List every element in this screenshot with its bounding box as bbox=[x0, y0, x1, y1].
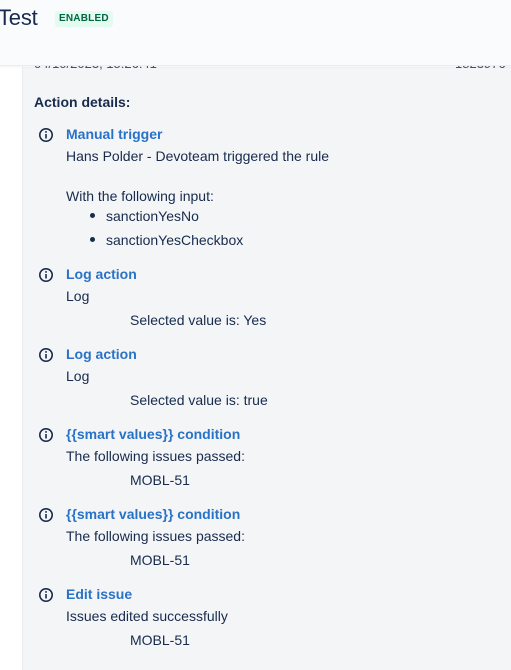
status-badge: ENABLED bbox=[55, 11, 113, 27]
action-description: Hans Polder - Devoteam triggered the rul… bbox=[66, 148, 330, 164]
action-title-link[interactable]: Edit issue bbox=[66, 586, 132, 602]
issue-key: MOBL-51 bbox=[130, 552, 190, 568]
action-description: The following issues passed: bbox=[66, 528, 245, 544]
action-title-link[interactable]: Log action bbox=[66, 346, 137, 362]
bullet-icon bbox=[90, 237, 95, 242]
action-description: Log bbox=[66, 368, 90, 384]
input-list-item: sanctionYesCheckbox bbox=[106, 232, 244, 248]
action-title-link[interactable]: Log action bbox=[66, 266, 137, 282]
action-details-heading: Action details: bbox=[34, 94, 131, 110]
info-icon bbox=[39, 428, 53, 442]
info-icon bbox=[39, 588, 53, 602]
input-list-item: sanctionYesNo bbox=[106, 208, 199, 224]
info-icon bbox=[39, 268, 53, 282]
action-description: Issues edited successfully bbox=[66, 608, 228, 624]
rule-title: Test bbox=[0, 5, 38, 30]
action-input-heading: With the following input: bbox=[66, 188, 214, 204]
action-description: Log bbox=[66, 288, 90, 304]
action-detail-value: Selected value is: Yes bbox=[130, 312, 267, 328]
action-title-link[interactable]: {{smart values}} condition bbox=[66, 426, 240, 442]
bullet-icon bbox=[90, 213, 95, 218]
info-icon bbox=[39, 508, 53, 522]
info-icon bbox=[39, 348, 53, 362]
action-detail-value: Selected value is: true bbox=[130, 392, 268, 408]
info-icon bbox=[39, 128, 53, 142]
action-description: The following issues passed: bbox=[66, 448, 245, 464]
issue-key: MOBL-51 bbox=[130, 632, 190, 648]
issue-key: MOBL-51 bbox=[130, 472, 190, 488]
rule-header: Test ENABLED bbox=[0, 0, 511, 66]
action-title-link[interactable]: {{smart values}} condition bbox=[66, 506, 240, 522]
action-title-link[interactable]: Manual trigger bbox=[66, 126, 162, 142]
